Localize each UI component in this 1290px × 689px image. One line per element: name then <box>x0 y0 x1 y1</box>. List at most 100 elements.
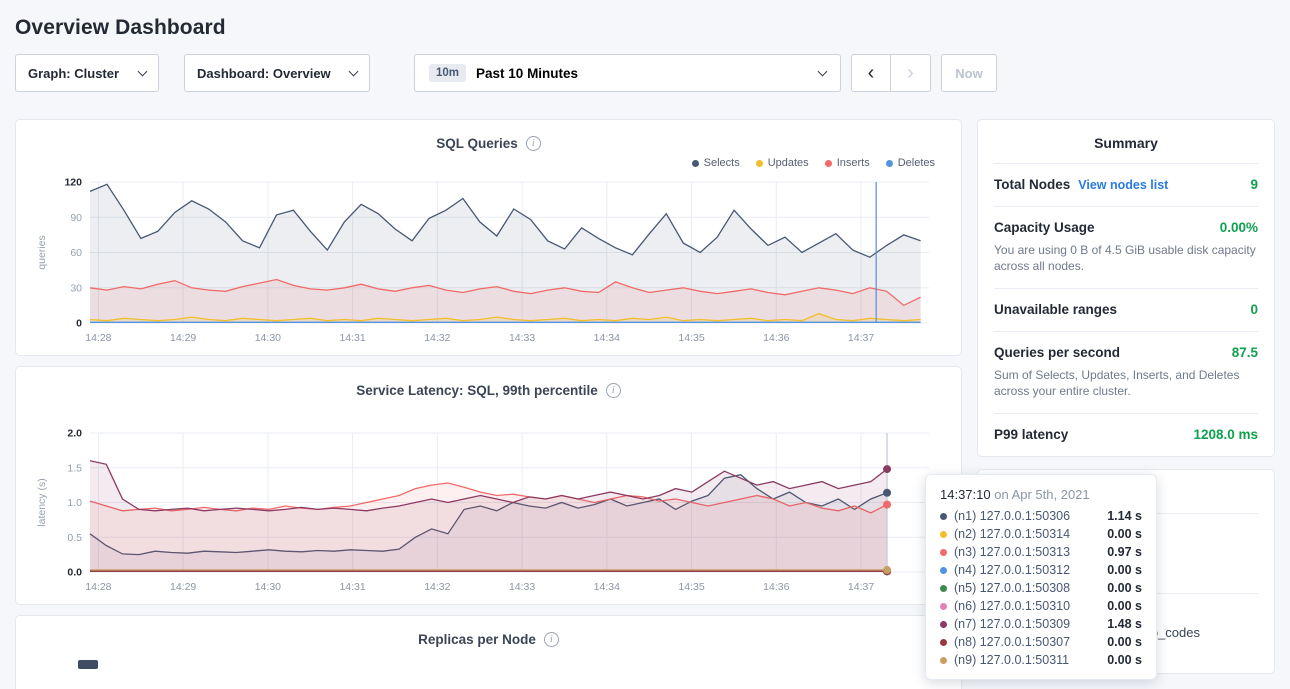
tooltip-node-value: 0.00 s <box>1107 635 1142 649</box>
legend-item-selects[interactable]: Selects <box>692 157 740 169</box>
legend-item-deletes[interactable]: Deletes <box>886 157 935 169</box>
svg-text:14:36: 14:36 <box>763 581 789 593</box>
summary-row-description: Sum of Selects, Updates, Inserts, and De… <box>994 367 1258 399</box>
legend-dot-icon <box>825 160 832 167</box>
replicas-per-node-chart-card: Replicas per Node i <box>15 615 962 689</box>
time-window-label: Past 10 Minutes <box>476 66 578 81</box>
svg-text:14:33: 14:33 <box>509 332 535 344</box>
summary-row: Unavailable ranges 0 <box>994 288 1258 331</box>
svg-text:14:32: 14:32 <box>424 332 450 344</box>
chevron-down-icon <box>349 66 359 76</box>
tooltip-node-label: (n5) 127.0.0.1:50308 <box>954 581 1070 595</box>
tooltip-node-label: (n7) 127.0.0.1:50309 <box>954 617 1070 631</box>
tooltip-row: (n6) 127.0.0.1:50310 0.00 s <box>940 597 1142 615</box>
node-color-dot-icon <box>940 531 947 538</box>
graph-dropdown-label: Graph: <box>28 66 71 81</box>
view-nodes-link[interactable]: View nodes list <box>1078 178 1168 192</box>
replicas-chart-fragment <box>78 660 98 669</box>
summary-row-label: Unavailable ranges <box>994 302 1117 317</box>
chart-title-sql-queries: SQL Queries <box>436 136 518 151</box>
summary-row-label: Total Nodes <box>994 177 1070 192</box>
svg-text:30: 30 <box>70 282 82 294</box>
dashboard-dropdown[interactable]: Dashboard: Overview <box>184 54 370 92</box>
node-color-dot-icon <box>940 657 947 664</box>
legend-item-inserts[interactable]: Inserts <box>825 157 870 169</box>
legend-dot-icon <box>756 160 763 167</box>
dashboard-dropdown-value: Overview <box>273 66 331 81</box>
legend-dot-icon <box>692 160 699 167</box>
summary-rows: Total Nodes View nodes list 9 Capacity Usag… <box>994 163 1258 456</box>
tooltip-row: (n8) 127.0.0.1:503070.00 s <box>940 633 1142 651</box>
tooltip-node-label: (n3) 127.0.0.1:50313 <box>954 545 1070 559</box>
svg-text:14:32: 14:32 <box>424 581 450 593</box>
legend-dot-icon <box>886 160 893 167</box>
graph-dropdown-value: Cluster <box>74 66 119 81</box>
chart-plot-svg[interactable]: 14:2814:2914:3014:3114:3214:3314:3414:35… <box>32 172 945 347</box>
info-icon[interactable]: i <box>526 136 541 151</box>
page-title: Overview Dashboard <box>0 0 1290 40</box>
svg-text:90: 90 <box>70 212 82 224</box>
time-range-dropdown[interactable]: 10m Past 10 Minutes <box>414 54 841 92</box>
info-icon[interactable]: i <box>544 632 559 647</box>
charts-column: SQL Queries i Selects Updates Inserts Delet… <box>15 119 962 689</box>
tooltip-node-value: 0.00 s <box>1107 653 1142 667</box>
service-latency-chart[interactable]: 14:2814:2914:3014:3114:3214:3314:3414:35… <box>32 401 945 596</box>
summary-row-label: Capacity Usage <box>994 220 1095 235</box>
svg-text:14:37: 14:37 <box>848 332 874 344</box>
tooltip-node-value: 0.00 s <box>1107 563 1142 577</box>
now-button[interactable]: Now <box>941 54 997 92</box>
tooltip-node-label: (n2) 127.0.0.1:50314 <box>954 527 1070 541</box>
tooltip-node-value: 0.00 s <box>1107 599 1142 613</box>
svg-text:14:35: 14:35 <box>678 581 704 593</box>
summary-row: Queries per second 87.5 Sum of Selects, Up… <box>994 331 1258 413</box>
tooltip-rows: (n1) 127.0.0.1:503061.14 s(n2) 127.0.0.1… <box>940 507 1142 669</box>
tooltip-row: (n7) 127.0.0.1:503091.48 s <box>940 615 1142 633</box>
svg-text:14:28: 14:28 <box>85 332 111 344</box>
legend-item-updates[interactable]: Updates <box>756 157 809 169</box>
toolbar: Graph: Cluster Dashboard: Overview 10m P… <box>15 54 1275 92</box>
tooltip-node-label: (n6) 127.0.0.1:50310 <box>954 599 1070 613</box>
sql-queries-chart[interactable]: 14:2814:2914:3014:3114:3214:3314:3414:35… <box>32 172 945 347</box>
node-color-dot-icon <box>940 549 947 556</box>
svg-text:14:30: 14:30 <box>255 332 281 344</box>
svg-text:0: 0 <box>76 318 82 330</box>
time-prev-button[interactable]: ‹ <box>851 54 891 92</box>
svg-text:60: 60 <box>70 247 82 259</box>
info-icon[interactable]: i <box>606 383 621 398</box>
summary-row-value: 9 <box>1250 177 1258 192</box>
summary-row-description: You are using 0 B of 4.5 GiB usable disk… <box>994 242 1258 274</box>
service-latency-chart-card: Service Latency: SQL, 99th percentile i … <box>15 366 962 605</box>
node-color-dot-icon <box>940 621 947 628</box>
svg-text:2.0: 2.0 <box>67 428 82 440</box>
chevron-down-icon <box>138 66 148 76</box>
summary-title: Summary <box>994 120 1258 163</box>
tooltip-row: (n9) 127.0.0.1:50311 0.00 s <box>940 651 1142 669</box>
dashboard-dropdown-label: Dashboard: <box>197 66 269 81</box>
chevron-down-icon <box>818 66 828 76</box>
summary-panel: Summary Total Nodes View nodes list 9 Capac… <box>977 119 1275 457</box>
tooltip-node-value: 0.97 s <box>1107 545 1142 559</box>
summary-row-label: Queries per second <box>994 345 1120 360</box>
graph-scope-dropdown[interactable]: Graph: Cluster <box>15 54 159 92</box>
svg-text:14:35: 14:35 <box>678 332 704 344</box>
tooltip-node-label: (n9) 127.0.0.1:50311 <box>954 653 1069 667</box>
summary-row-value: 87.5 <box>1232 345 1258 360</box>
time-next-button[interactable]: › <box>891 54 931 92</box>
svg-text:14:31: 14:31 <box>339 332 365 344</box>
node-color-dot-icon <box>940 513 947 520</box>
tooltip-node-value: 0.00 s <box>1107 527 1142 541</box>
svg-text:0.5: 0.5 <box>67 532 82 544</box>
summary-row: Total Nodes View nodes list 9 <box>994 163 1258 206</box>
tooltip-node-value: 1.14 s <box>1107 509 1142 523</box>
tooltip-row: (n3) 127.0.0.1:50313 0.97 s <box>940 543 1142 561</box>
svg-text:14:29: 14:29 <box>170 332 196 344</box>
svg-text:queries: queries <box>36 235 48 269</box>
time-pager: ‹ › <box>851 54 931 92</box>
svg-text:14:37: 14:37 <box>848 581 874 593</box>
summary-row-value: 0 <box>1250 302 1258 317</box>
summary-row: P99 latency1208.0 ms <box>994 413 1258 456</box>
summary-row-value: 0.00% <box>1220 220 1258 235</box>
svg-text:latency (s): latency (s) <box>36 478 48 526</box>
chart-plot-svg[interactable]: 14:2814:2914:3014:3114:3214:3314:3414:35… <box>32 401 945 596</box>
svg-text:14:33: 14:33 <box>509 581 535 593</box>
